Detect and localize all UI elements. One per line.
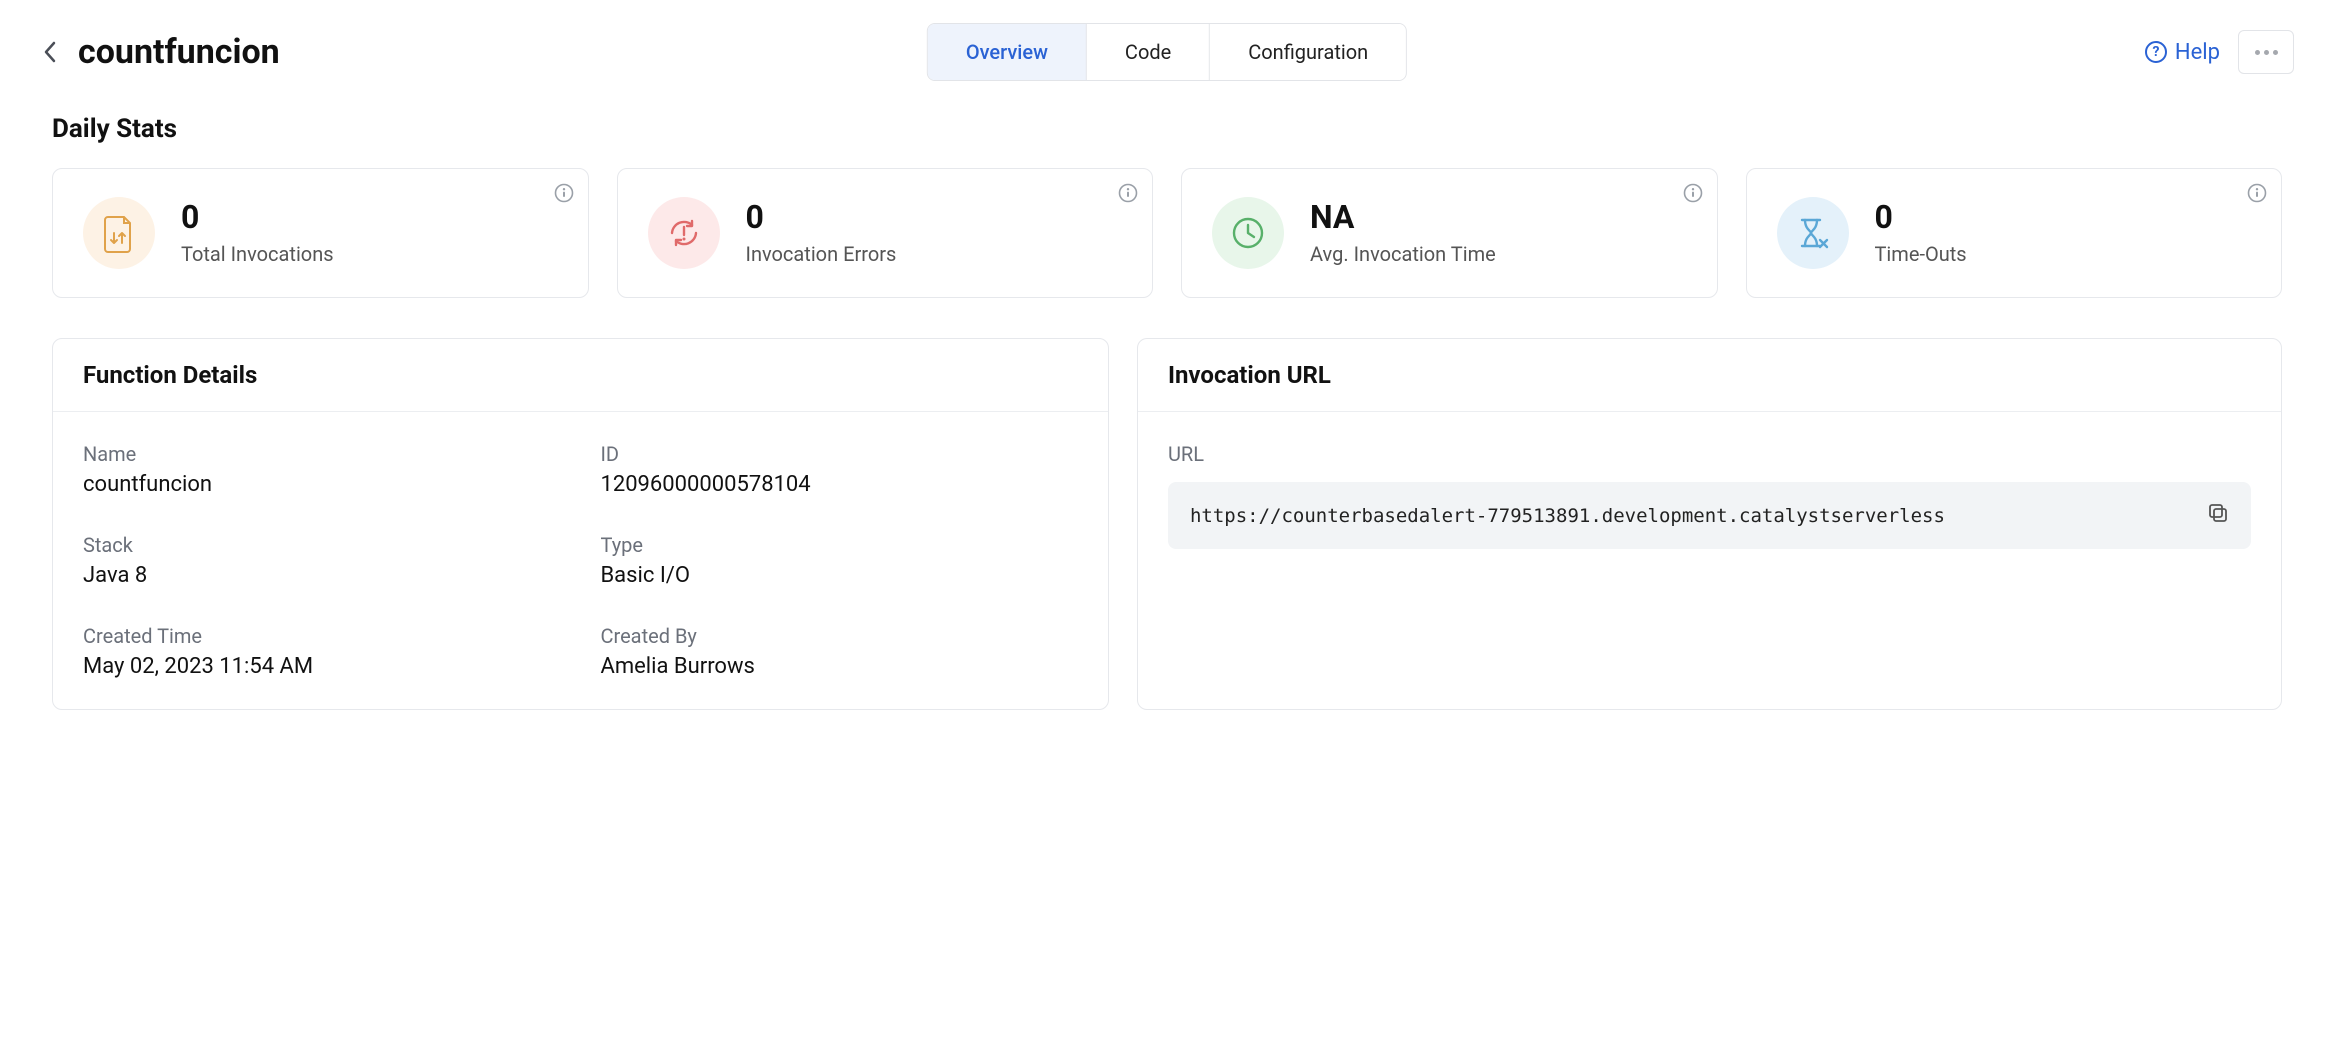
file-invocations-icon bbox=[83, 197, 155, 269]
stat-label: Total Invocations bbox=[181, 242, 334, 266]
field-created-by: Created By Amelia Burrows bbox=[600, 624, 1077, 679]
back-button[interactable] bbox=[40, 42, 60, 62]
stat-label: Invocation Errors bbox=[746, 242, 897, 266]
function-details-card: Function Details Name countfuncion ID 12… bbox=[52, 338, 1109, 710]
info-icon[interactable] bbox=[1118, 183, 1138, 203]
field-stack: Stack Java 8 bbox=[83, 533, 560, 588]
stat-card-invocation-errors: 0 Invocation Errors bbox=[617, 168, 1154, 298]
field-label: Created Time bbox=[83, 624, 560, 648]
help-icon: ? bbox=[2145, 41, 2167, 63]
stat-value: 0 bbox=[746, 200, 897, 235]
stat-value: NA bbox=[1310, 200, 1496, 235]
field-id: ID 12096000000578104 bbox=[600, 442, 1077, 497]
url-value: https://counterbasedalert-779513891.deve… bbox=[1190, 505, 2187, 527]
page-title: countfuncion bbox=[78, 32, 280, 72]
field-label: Stack bbox=[83, 533, 560, 557]
stat-value: 0 bbox=[181, 200, 334, 235]
copy-button[interactable] bbox=[2207, 502, 2229, 529]
field-value: Basic I/O bbox=[600, 563, 1077, 588]
field-value: 12096000000578104 bbox=[600, 472, 1077, 497]
field-label: ID bbox=[600, 442, 1077, 466]
copy-icon bbox=[2207, 502, 2229, 524]
tab-bar: Overview Code Configuration bbox=[927, 23, 1407, 81]
tab-code[interactable]: Code bbox=[1087, 24, 1210, 80]
clock-icon bbox=[1212, 197, 1284, 269]
info-icon[interactable] bbox=[2247, 183, 2267, 203]
field-label: Type bbox=[600, 533, 1077, 557]
field-name: Name countfuncion bbox=[83, 442, 560, 497]
field-value: Amelia Burrows bbox=[600, 654, 1077, 679]
field-label: Created By bbox=[600, 624, 1077, 648]
tab-overview[interactable]: Overview bbox=[928, 24, 1087, 80]
stat-label: Time-Outs bbox=[1875, 242, 1967, 266]
more-button[interactable] bbox=[2238, 30, 2294, 74]
help-label: Help bbox=[2175, 40, 2220, 65]
field-value: countfuncion bbox=[83, 472, 560, 497]
function-details-title: Function Details bbox=[53, 339, 1108, 412]
stat-label: Avg. Invocation Time bbox=[1310, 242, 1496, 266]
invocation-url-card: Invocation URL URL https://counterbaseda… bbox=[1137, 338, 2282, 710]
info-icon[interactable] bbox=[1683, 183, 1703, 203]
help-link[interactable]: ? Help bbox=[2145, 40, 2220, 65]
field-value: May 02, 2023 11:54 AM bbox=[83, 654, 560, 679]
info-icon[interactable] bbox=[554, 183, 574, 203]
refresh-error-icon bbox=[648, 197, 720, 269]
field-created-time: Created Time May 02, 2023 11:54 AM bbox=[83, 624, 560, 679]
stat-card-time-outs: 0 Time-Outs bbox=[1746, 168, 2283, 298]
url-label: URL bbox=[1168, 442, 2251, 466]
field-label: Name bbox=[83, 442, 560, 466]
stat-card-avg-invocation-time: NA Avg. Invocation Time bbox=[1181, 168, 1718, 298]
tab-configuration[interactable]: Configuration bbox=[1210, 24, 1406, 80]
stat-card-total-invocations: 0 Total Invocations bbox=[52, 168, 589, 298]
hourglass-x-icon bbox=[1777, 197, 1849, 269]
invocation-url-title: Invocation URL bbox=[1138, 339, 2281, 412]
stat-value: 0 bbox=[1875, 200, 1967, 235]
field-value: Java 8 bbox=[83, 563, 560, 588]
daily-stats-title: Daily Stats bbox=[52, 114, 2294, 144]
field-type: Type Basic I/O bbox=[600, 533, 1077, 588]
